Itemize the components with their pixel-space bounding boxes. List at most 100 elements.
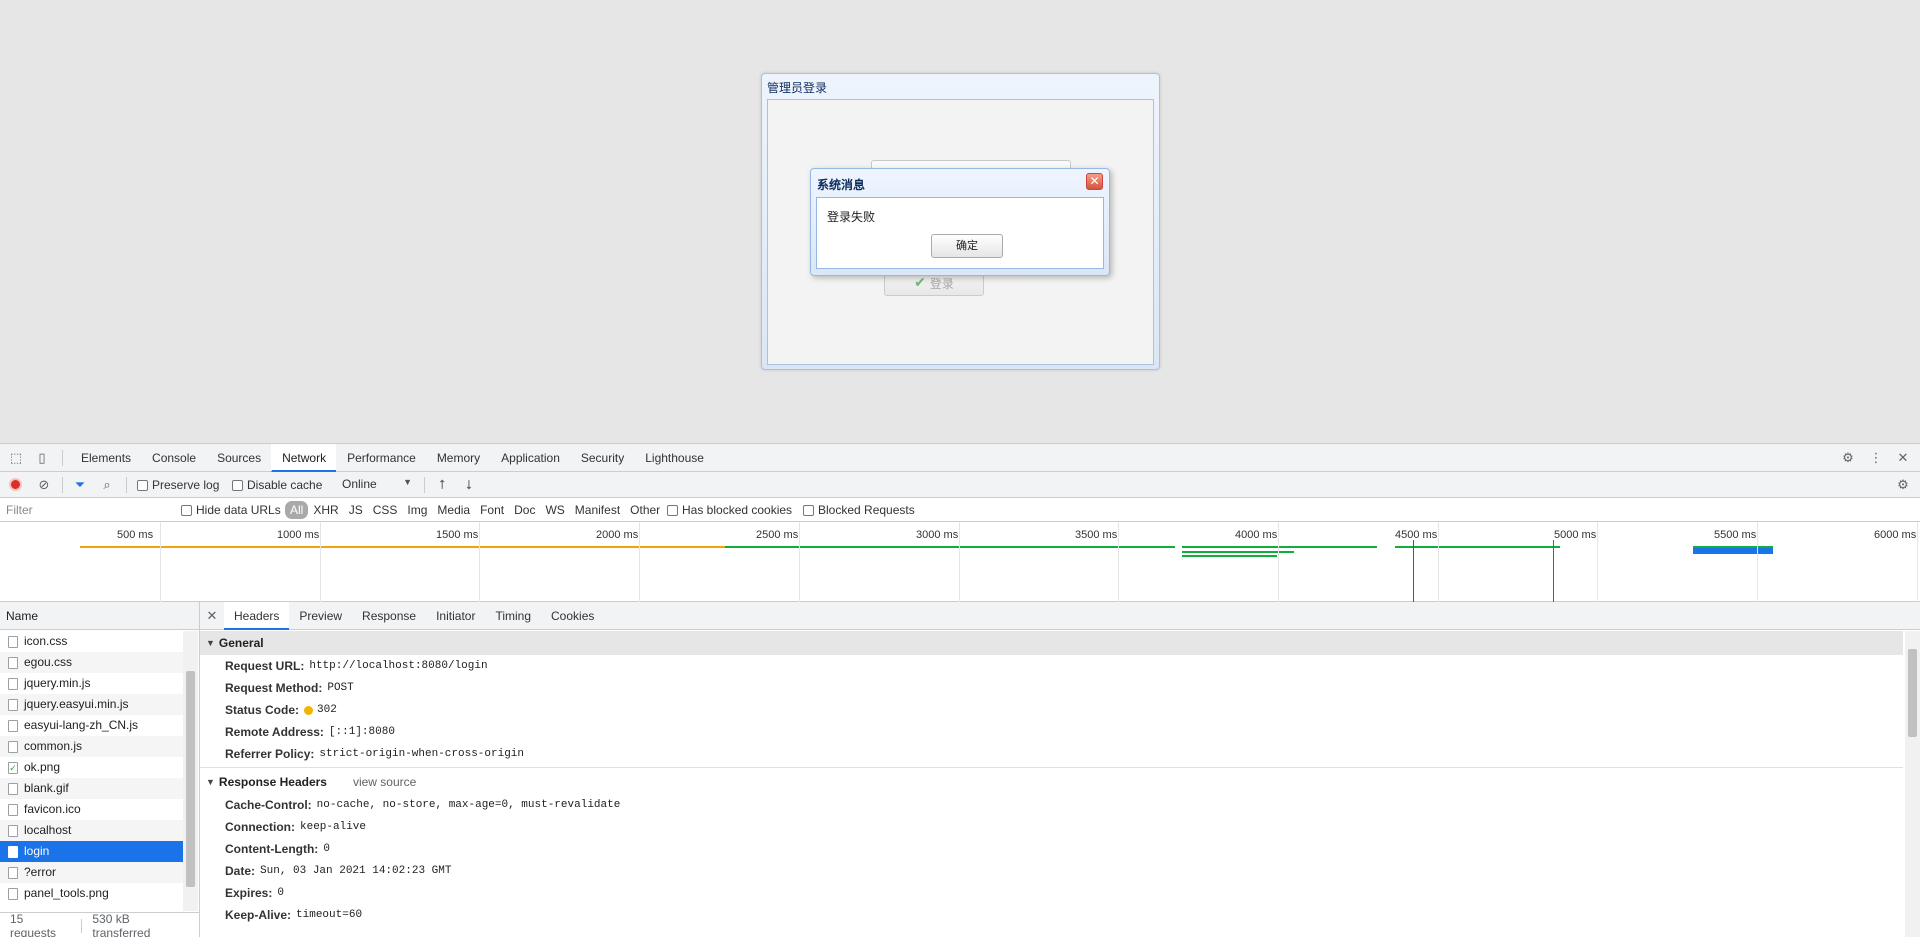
more-icon[interactable]: ⋮: [1868, 450, 1884, 466]
filter-type-other[interactable]: Other: [625, 501, 665, 519]
request-row[interactable]: login: [0, 841, 183, 862]
record-icon[interactable]: [9, 478, 22, 491]
name-column-header[interactable]: Name: [0, 602, 199, 630]
tab-application[interactable]: Application: [490, 444, 570, 472]
header-key: Cache-Control:: [225, 798, 312, 812]
has-blocked-cookies-checkbox[interactable]: Has blocked cookies: [667, 503, 792, 517]
request-row[interactable]: blank.gif: [0, 778, 183, 799]
tab-sources[interactable]: Sources: [206, 444, 271, 472]
filter-type-js[interactable]: JS: [344, 501, 368, 519]
filter-type-ws[interactable]: WS: [540, 501, 569, 519]
device-icon[interactable]: ▯: [34, 450, 50, 466]
ok-button[interactable]: 确定: [931, 234, 1003, 258]
upload-icon[interactable]: ⭡: [434, 477, 450, 493]
timeline-gridline: [1917, 522, 1918, 602]
general-section-header[interactable]: ▼ General: [200, 631, 1903, 655]
filter-type-media[interactable]: Media: [432, 501, 475, 519]
disable-cache-checkbox[interactable]: Disable cache: [232, 478, 322, 492]
close-icon[interactable]: ✕: [1086, 173, 1103, 190]
blocked-requests-checkbox[interactable]: Blocked Requests: [803, 503, 915, 517]
checkbox-box[interactable]: [232, 479, 243, 491]
detail-tab-headers[interactable]: Headers: [224, 601, 290, 630]
settings-icon[interactable]: ⚙: [1895, 477, 1911, 493]
detail-tab-response[interactable]: Response: [352, 602, 426, 630]
settings-icon[interactable]: ⚙: [1840, 450, 1856, 466]
timeline-tick-label: 6000 ms: [1874, 529, 1917, 541]
filter-icon[interactable]: ⏷: [72, 477, 88, 493]
tab-network[interactable]: Network: [271, 444, 337, 472]
network-overview-timeline[interactable]: 500 ms 1000 ms 1500 ms 2000 ms 2500 ms 3000 m…: [0, 522, 1920, 602]
request-row[interactable]: easyui-lang-zh_CN.js: [0, 715, 183, 736]
detail-tab-initiator[interactable]: Initiator: [426, 602, 485, 630]
filter-type-all[interactable]: All: [285, 501, 309, 519]
request-row[interactable]: favicon.ico: [0, 799, 183, 820]
timeline-gridline: [1757, 522, 1758, 602]
general-section-title: General: [218, 636, 264, 650]
filter-type-css[interactable]: CSS: [368, 501, 403, 519]
request-row[interactable]: egou.css: [0, 652, 183, 673]
scrollbar-thumb[interactable]: [1908, 649, 1917, 737]
timeline-tick-label: 3500 ms: [1075, 529, 1118, 541]
close-icon[interactable]: ✕: [200, 608, 224, 624]
download-icon[interactable]: ⭣: [461, 477, 477, 493]
request-name: localhost: [24, 823, 72, 837]
detail-tab-cookies[interactable]: Cookies: [541, 602, 604, 630]
tab-memory[interactable]: Memory: [426, 444, 490, 472]
request-detail: ✕ Headers Preview Response Initiator Timing C…: [200, 601, 1920, 937]
timeline-gridline: [799, 522, 800, 602]
file-icon: [8, 866, 18, 879]
header-value: POST: [327, 682, 354, 694]
inspect-icon[interactable]: ⬚: [8, 450, 24, 466]
filter-input[interactable]: Filter: [2, 501, 166, 519]
filter-type-manifest[interactable]: Manifest: [570, 501, 625, 519]
request-row[interactable]: jquery.easyui.min.js: [0, 694, 183, 715]
request-row[interactable]: icon.css: [0, 631, 183, 652]
tab-security[interactable]: Security: [570, 444, 634, 472]
status-bar: 15 requests 530 kB transferred: [0, 912, 199, 937]
detail-tab-preview[interactable]: Preview: [289, 602, 352, 630]
checkbox-box[interactable]: [667, 504, 678, 516]
scrollbar-thumb[interactable]: [186, 671, 195, 887]
view-source-link[interactable]: view source: [353, 770, 416, 794]
request-row[interactable]: panel_tools.png: [0, 883, 183, 904]
request-row[interactable]: ✓ ok.png: [0, 757, 183, 778]
divider: [424, 477, 425, 493]
detail-scrollbar[interactable]: [1905, 631, 1920, 937]
tab-performance[interactable]: Performance: [336, 444, 426, 472]
request-name: favicon.ico: [24, 802, 81, 816]
dom-content-loaded-marker: [1413, 540, 1414, 602]
message-dialog-body: 登录失败 确定: [816, 197, 1104, 269]
header-key: Content-Length:: [225, 842, 319, 856]
filter-type-img[interactable]: Img: [402, 501, 432, 519]
timeline-tick-label: 4000 ms: [1235, 529, 1278, 541]
timeline-bar: [1182, 546, 1377, 548]
headers-view: ▼ General Request URL: http://localhost:8…: [200, 631, 1903, 937]
checkbox-box[interactable]: [181, 504, 192, 516]
request-row[interactable]: localhost: [0, 820, 183, 841]
request-row[interactable]: jquery.min.js: [0, 673, 183, 694]
preserve-log-checkbox[interactable]: Preserve log: [137, 478, 219, 492]
tab-lighthouse[interactable]: Lighthouse: [634, 444, 714, 472]
timeline-tick-label: 1000 ms: [277, 529, 320, 541]
filter-type-xhr[interactable]: XHR: [308, 501, 343, 519]
timeline-bar: [1693, 546, 1773, 554]
close-icon[interactable]: ✕: [1895, 450, 1911, 466]
clear-icon[interactable]: ⊘: [36, 477, 52, 493]
checkbox-box[interactable]: [803, 504, 814, 516]
request-row[interactable]: ?error: [0, 862, 183, 883]
request-list-scrollbar[interactable]: [183, 631, 198, 911]
tab-console[interactable]: Console: [141, 444, 206, 472]
tab-elements[interactable]: Elements: [70, 444, 141, 472]
request-row[interactable]: common.js: [0, 736, 183, 757]
detail-tab-timing[interactable]: Timing: [485, 602, 541, 630]
throttle-select[interactable]: Online ▼: [342, 477, 412, 491]
file-icon: [8, 824, 18, 837]
checkbox-box[interactable]: [137, 479, 148, 491]
header-value: timeout=60: [296, 909, 363, 921]
response-headers-section-header[interactable]: ▼ Response Headers view source: [200, 770, 1903, 794]
filter-type-font[interactable]: Font: [475, 501, 509, 519]
header-key: Expires:: [225, 886, 273, 900]
search-icon[interactable]: ⌕: [99, 477, 115, 493]
filter-type-doc[interactable]: Doc: [509, 501, 540, 519]
hide-data-urls-checkbox[interactable]: Hide data URLs: [181, 503, 281, 517]
